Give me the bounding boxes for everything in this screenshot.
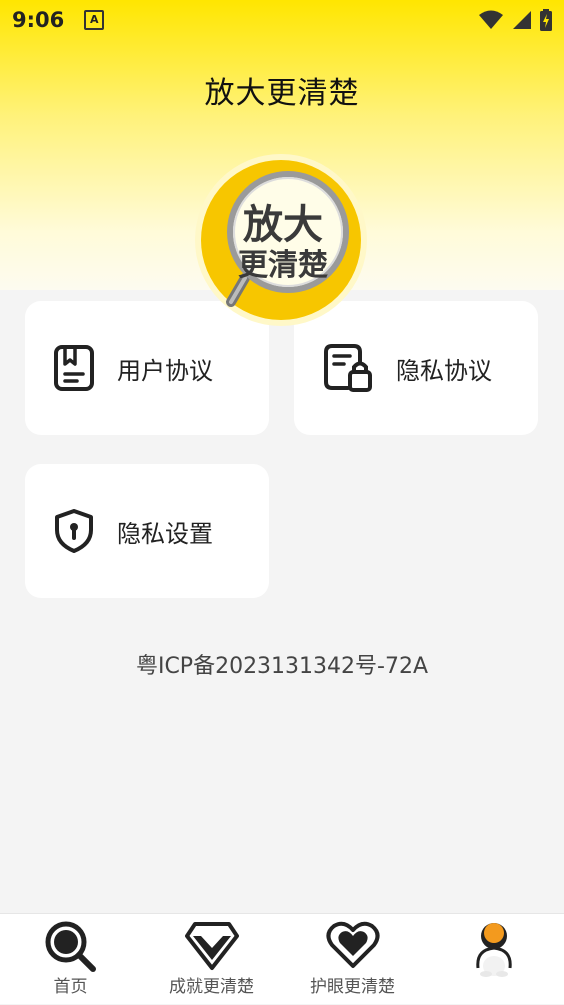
diamond-icon — [184, 922, 239, 970]
tab-home-label: 首页 — [53, 977, 88, 997]
battery-icon — [540, 9, 552, 31]
magnifier-icon — [45, 921, 96, 972]
logo-text-line2: 更清楚 — [238, 248, 328, 283]
tab-home[interactable]: 首页 — [0, 914, 141, 1005]
notification-icon: A — [84, 10, 105, 30]
shield-lock-icon — [55, 509, 93, 553]
tab-eye-care-label: 护眼更清楚 — [310, 977, 395, 997]
app-logo: 放大 更清楚 — [193, 152, 369, 328]
privacy-lock-document-icon — [324, 344, 372, 392]
bottom-tab-bar: 首页 成就更清楚 护眼更清楚 — [0, 913, 564, 1004]
status-icons — [478, 9, 552, 31]
wifi-icon — [479, 10, 503, 29]
tab-profile[interactable] — [423, 914, 564, 1005]
tab-eye-care[interactable]: 护眼更清楚 — [282, 914, 423, 1005]
agreement-book-icon — [54, 345, 94, 391]
tab-achievement[interactable]: 成就更清楚 — [141, 914, 282, 1005]
signal-icon — [513, 11, 531, 29]
privacy-settings-card[interactable]: 隐私设置 — [25, 464, 269, 598]
privacy-agreement-label: 隐私协议 — [396, 356, 492, 385]
icp-record-link[interactable]: 粤ICP备2023131342号-72A — [0, 648, 564, 680]
page-title: 放大更清楚 — [204, 76, 360, 111]
heart-icon — [326, 921, 379, 968]
avatar-icon — [475, 923, 512, 977]
status-time: 9:06 — [12, 8, 65, 32]
status-bar: 9:06 A — [0, 0, 564, 40]
privacy-settings-label: 隐私设置 — [117, 519, 213, 548]
tab-achievement-label: 成就更清楚 — [169, 977, 254, 997]
user-agreement-label: 用户协议 — [117, 356, 213, 385]
